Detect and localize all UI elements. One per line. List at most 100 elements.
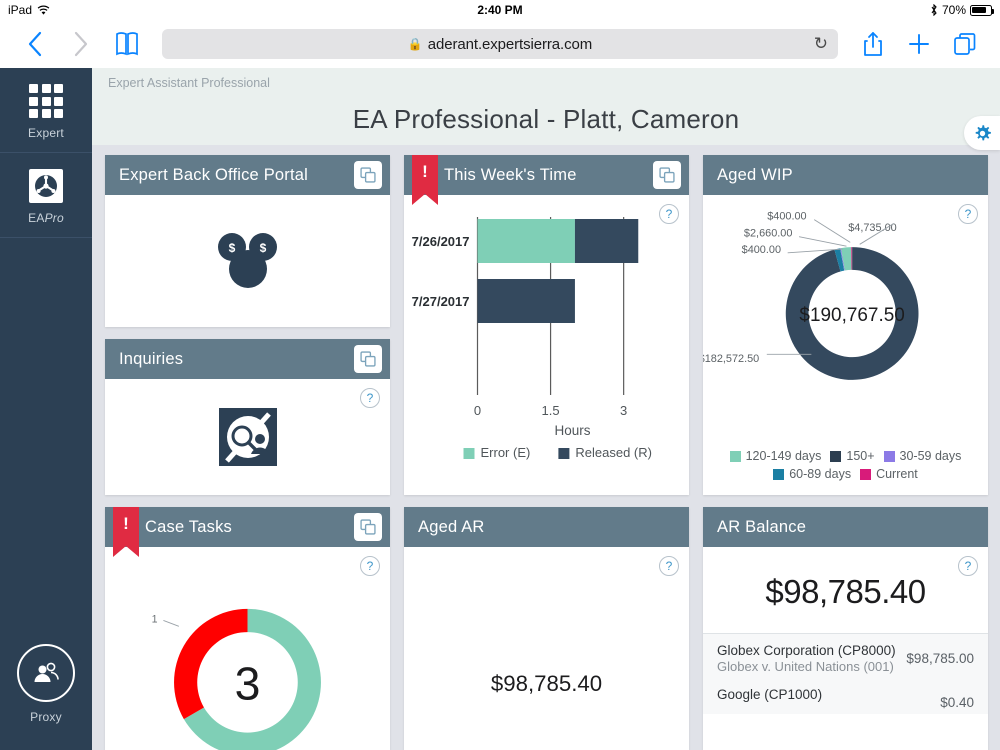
legend-label: 120-149 days	[745, 449, 822, 463]
copy-icon[interactable]	[653, 161, 681, 189]
svg-text:Hours: Hours	[554, 423, 590, 438]
legend-label: Current	[876, 467, 918, 481]
ar-row-names: Google (CP1000)	[717, 687, 822, 702]
ar-row-matter: Globex v. United Nations (001)	[717, 659, 894, 674]
money-bags-icon: $ $	[105, 195, 390, 327]
help-button[interactable]: ?	[659, 556, 679, 576]
card-header: Aged WIP	[703, 155, 988, 195]
card-header: Expert Back Office Portal	[105, 155, 390, 195]
copy-icon[interactable]	[354, 513, 382, 541]
card-inquiries[interactable]: Inquiries ?	[105, 339, 390, 495]
ar-balance-row[interactable]: Google (CP1000) $0.40	[703, 678, 988, 714]
share-button[interactable]	[850, 21, 896, 67]
legend-item: 150+	[830, 449, 875, 463]
reload-button[interactable]: ↻	[814, 34, 828, 54]
card-ar-balance[interactable]: AR Balance ? $98,785.40 Globex Corporati…	[703, 507, 988, 750]
legend-swatch	[860, 468, 872, 480]
legend-item: 60-89 days	[773, 467, 851, 481]
plus-icon	[909, 34, 929, 54]
gear-icon	[975, 124, 991, 140]
show-tabs-button[interactable]	[942, 21, 988, 67]
card-aged-ar[interactable]: Aged AR ? $98,785.40	[404, 507, 689, 750]
svg-text:$400.00: $400.00	[767, 211, 806, 223]
ar-row-names: Globex Corporation (CP8000) Globex v. Uni…	[717, 643, 896, 674]
copy-icon[interactable]	[354, 345, 382, 373]
breadcrumb: Expert Assistant Professional	[108, 76, 270, 90]
sidebar-item-eapro[interactable]: EAPro	[0, 153, 92, 238]
sidebar-item-eapro-label: EAPro	[28, 211, 64, 225]
svg-text:1: 1	[152, 613, 158, 625]
card-body: $ $	[105, 195, 390, 327]
status-clock: 2:40 PM	[477, 3, 523, 17]
card-aged-wip[interactable]: Aged WIP ? $190,767.50 $400.00 $4,735.00 $2…	[703, 155, 988, 495]
aged-wip-donut-chart: $190,767.50 $400.00 $4,735.00 $2,660.00 $400…	[703, 211, 919, 380]
legend-label: 30-59 days	[899, 449, 962, 463]
bookmarks-button[interactable]	[104, 21, 150, 67]
help-button[interactable]: ?	[958, 204, 978, 224]
card-title: Case Tasks	[145, 517, 232, 536]
card-expert-back-office-portal[interactable]: Expert Back Office Portal $ $	[105, 155, 390, 327]
card-case-tasks[interactable]: ! Case Tasks ? 31	[105, 507, 390, 750]
book-icon	[116, 32, 138, 56]
dashboard-column-1: Expert Back Office Portal $ $ Inquiries …	[105, 155, 390, 495]
ar-balance-row[interactable]: Globex Corporation (CP8000) Globex v. Uni…	[703, 634, 988, 678]
chevron-left-icon	[28, 31, 42, 57]
inquiry-glyph-icon	[218, 408, 277, 466]
app-sidebar: Expert EAPro Proxy	[0, 68, 92, 750]
svg-text:3: 3	[620, 403, 627, 418]
sidebar-item-proxy[interactable]: Proxy	[0, 644, 92, 750]
ar-balance-total: $98,785.40	[765, 573, 926, 610]
money-bags-glyph-icon: $ $	[217, 233, 277, 288]
card-title: Expert Back Office Portal	[119, 165, 309, 184]
back-button[interactable]	[12, 21, 58, 67]
case-tasks-donut-chart: 31	[152, 608, 321, 750]
new-tab-button[interactable]	[896, 21, 942, 67]
svg-text:$190,767.50: $190,767.50	[799, 305, 904, 326]
copy-glyph-icon	[659, 167, 675, 183]
card-body: ?	[105, 379, 390, 495]
proxy-users-icon	[17, 644, 75, 702]
proxy-glyph-icon	[34, 662, 59, 682]
card-title: Aged AR	[418, 517, 485, 536]
svg-text:Released (R): Released (R)	[575, 445, 652, 460]
address-bar[interactable]: 🔒 aderant.expertsierra.com ↻	[162, 29, 838, 59]
sidebar-item-expert[interactable]: Expert	[0, 68, 92, 153]
forward-button[interactable]	[58, 21, 104, 67]
page-header: Expert Assistant Professional EA Profess…	[92, 68, 1000, 150]
help-button[interactable]: ?	[659, 204, 679, 224]
legend-swatch	[729, 450, 741, 462]
grid-icon	[0, 84, 92, 118]
card-title: Aged WIP	[717, 165, 793, 184]
ar-row-client: Globex Corporation (CP8000)	[717, 643, 896, 658]
ar-row-client: Google (CP1000)	[717, 687, 823, 702]
legend-swatch	[773, 468, 785, 480]
svg-text:Error (E): Error (E)	[481, 445, 531, 460]
card-body: ? 0 1.5 3 Hours 7/26/2017 7/27/2017 Error (E) R…	[404, 195, 689, 495]
svg-text:$: $	[228, 241, 235, 255]
legend-label: 60-89 days	[789, 467, 852, 481]
copy-icon[interactable]	[354, 161, 382, 189]
card-header: ! This Week's Time	[404, 155, 689, 205]
svg-text:$400.00: $400.00	[742, 244, 781, 256]
card-header: ! Case Tasks	[105, 507, 390, 557]
settings-button[interactable]	[964, 116, 1000, 150]
dashboard-grid: Expert Back Office Portal $ $ Inquiries …	[92, 145, 1000, 750]
svg-text:0: 0	[474, 403, 481, 418]
sidebar-item-proxy-label: Proxy	[30, 710, 62, 724]
card-header: AR Balance	[703, 507, 988, 547]
svg-text:1.5: 1.5	[542, 403, 560, 418]
card-title: This Week's Time	[444, 165, 577, 184]
card-header: Inquiries	[105, 339, 390, 379]
help-button[interactable]: ?	[958, 556, 978, 576]
copy-glyph-icon	[360, 167, 376, 183]
card-this-weeks-time[interactable]: ! This Week's Time ? 0 1.5 3 Hours 7/26/2017…	[404, 155, 689, 495]
card-title: AR Balance	[717, 517, 807, 536]
chevron-right-icon	[74, 31, 88, 57]
card-body: ? $98,785.40 Globex Corporation (CP8000)…	[703, 547, 988, 750]
help-button[interactable]: ?	[360, 556, 380, 576]
legend-swatch	[883, 450, 895, 462]
lock-icon: 🔒	[407, 37, 423, 51]
copy-glyph-icon	[360, 519, 376, 535]
card-body: ? 31	[105, 547, 390, 750]
eapro-glyph-icon	[35, 175, 57, 197]
